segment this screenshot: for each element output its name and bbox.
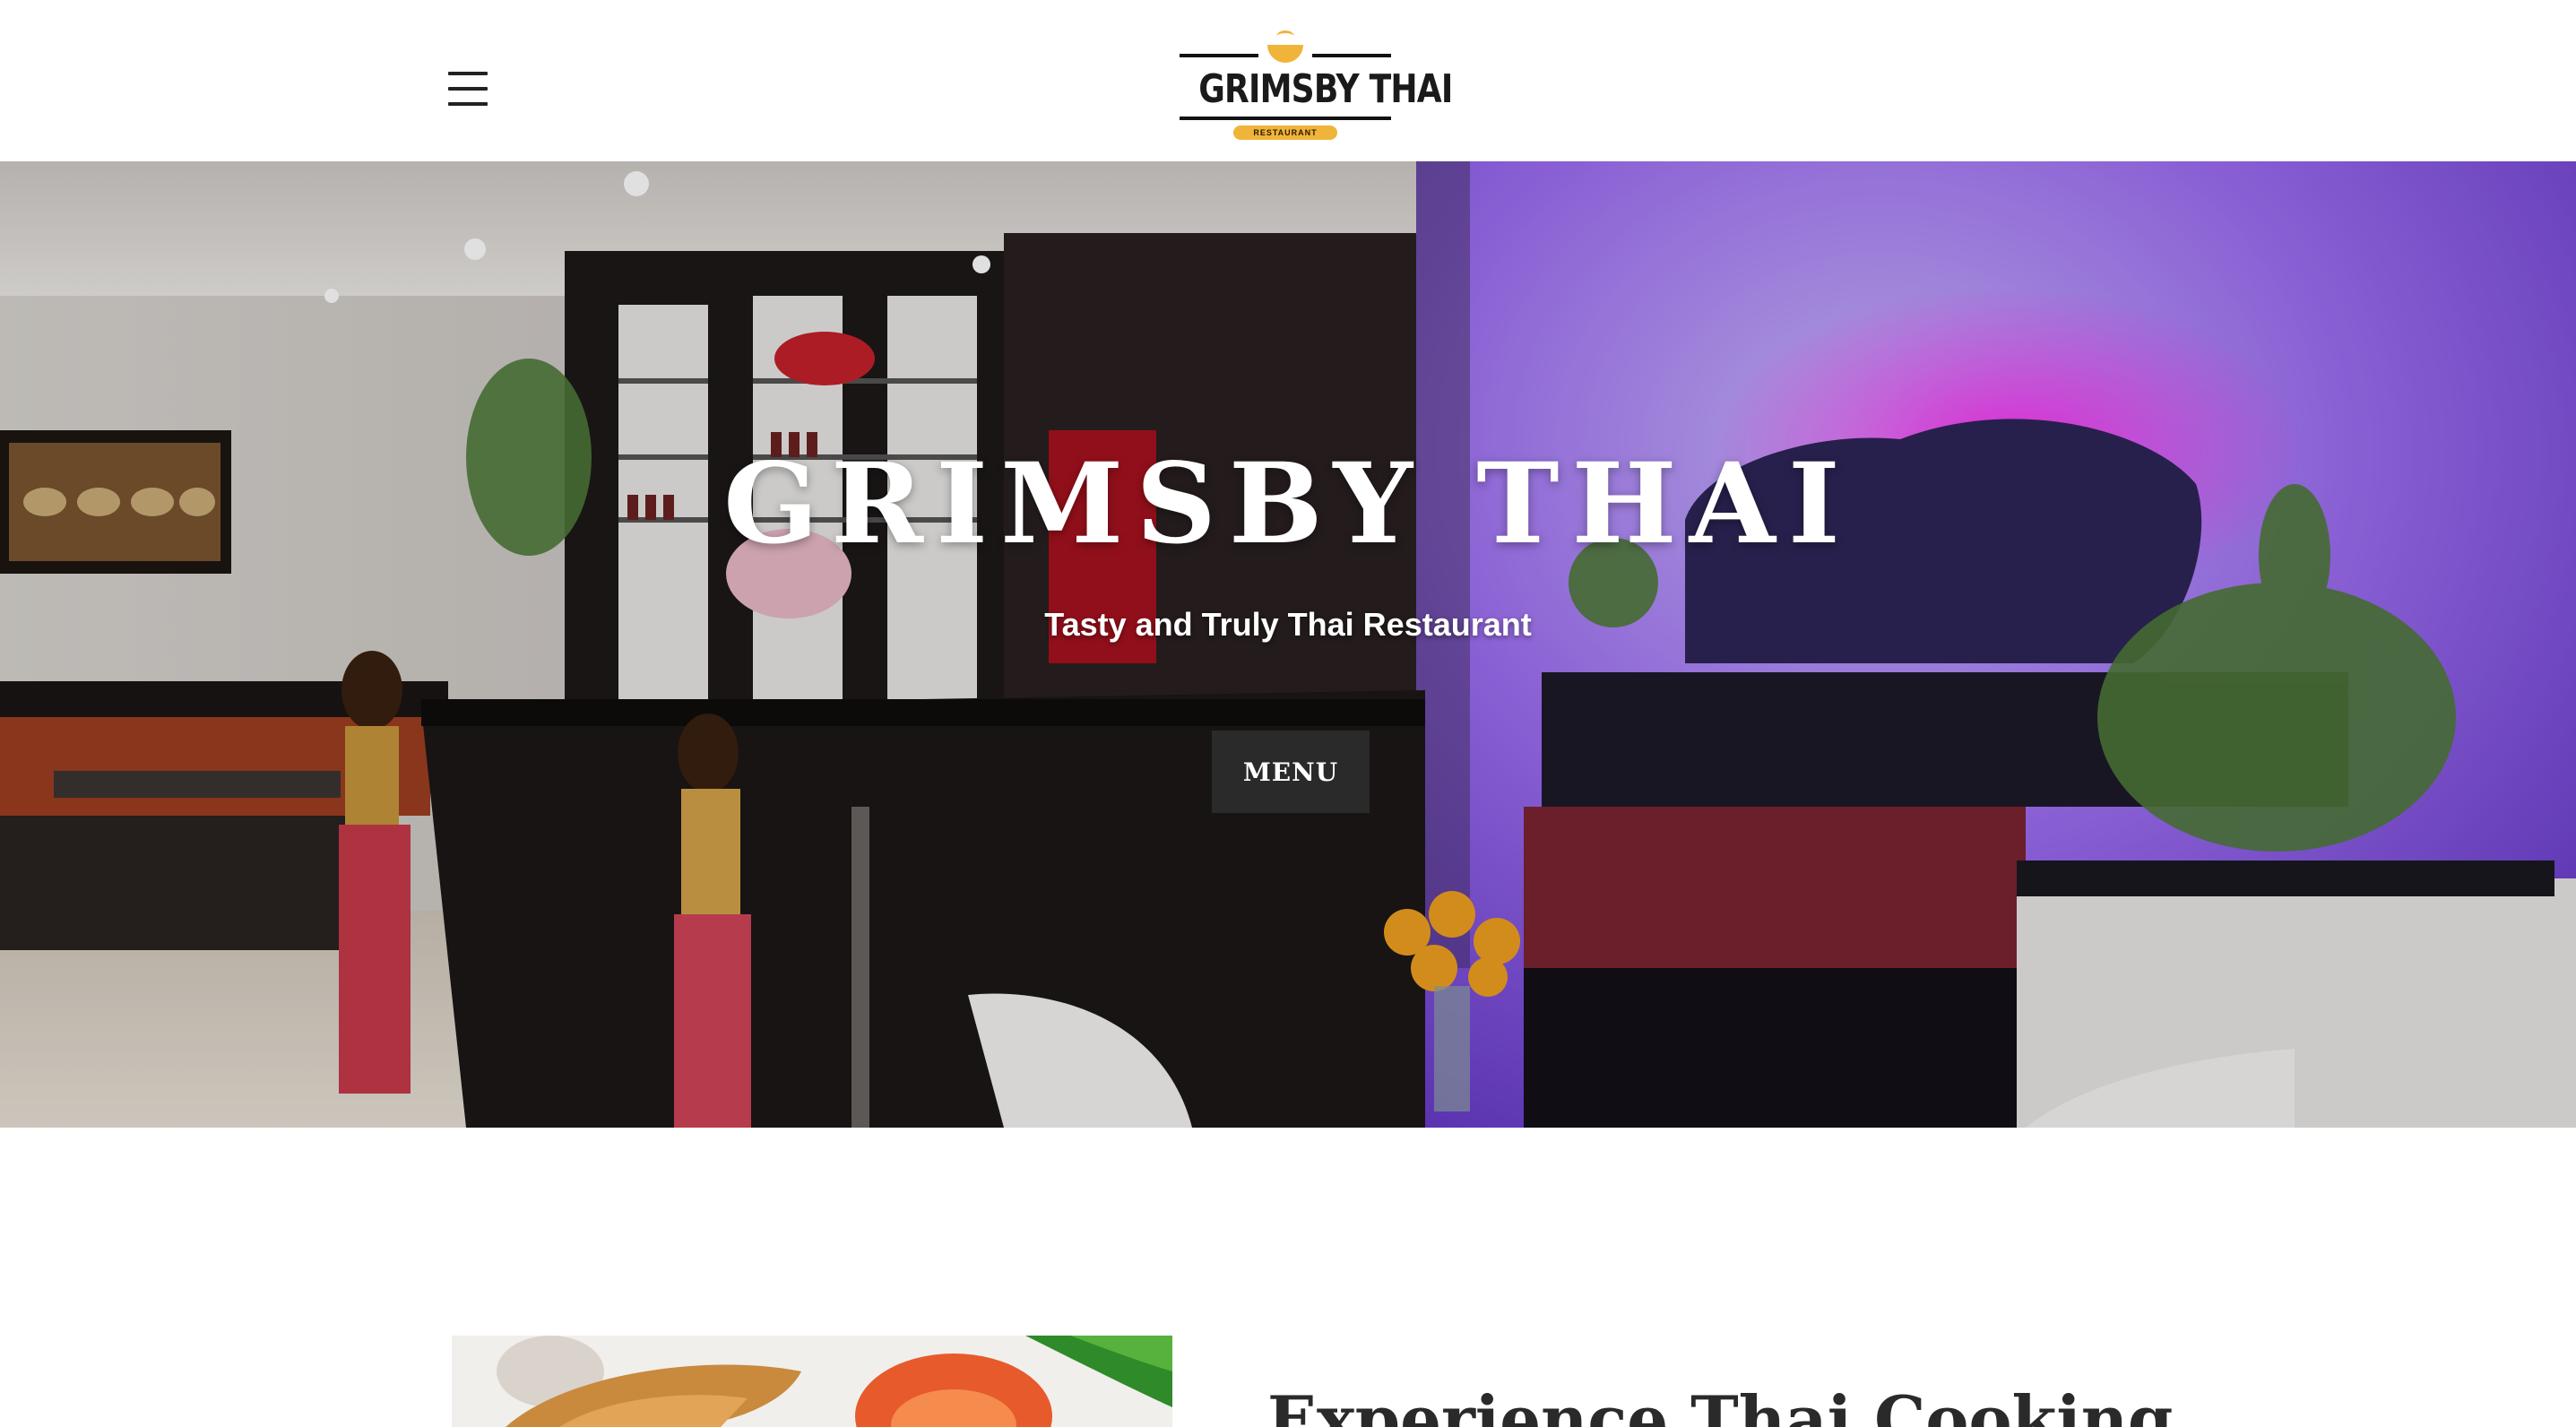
hamburger-line — [448, 72, 488, 75]
intro-heading: Experience Thai Cooking — [1267, 1381, 2174, 1427]
logo-tagline: RESTAURANT — [1233, 125, 1337, 140]
logo-bowl-icon — [1267, 45, 1303, 63]
hamburger-icon[interactable] — [448, 72, 488, 106]
hero-title: GRIMSBY THAI — [723, 439, 1853, 569]
logo-wordmark: GRIMSBY THAI — [1198, 66, 1453, 112]
food-image — [452, 1336, 1172, 1427]
hero-overlay — [0, 161, 2576, 1128]
hamburger-line — [448, 102, 488, 106]
logo-rule — [1312, 54, 1391, 57]
hero-subtitle: Tasty and Truly Thai Restaurant — [1044, 606, 1532, 643]
logo-rule — [1180, 117, 1391, 120]
food-photo — [452, 1336, 1172, 1427]
logo-steam-icon — [1276, 30, 1294, 43]
site-header: GRIMSBY THAI RESTAURANT — [0, 0, 2576, 161]
menu-button[interactable]: MENU — [1212, 731, 1370, 813]
logo-rule — [1180, 54, 1258, 57]
hero-banner: GRIMSBY THAI Tasty and Truly Thai Restau… — [0, 161, 2576, 1128]
hamburger-line — [448, 87, 488, 91]
site-logo[interactable]: GRIMSBY THAI RESTAURANT — [1180, 27, 1453, 142]
